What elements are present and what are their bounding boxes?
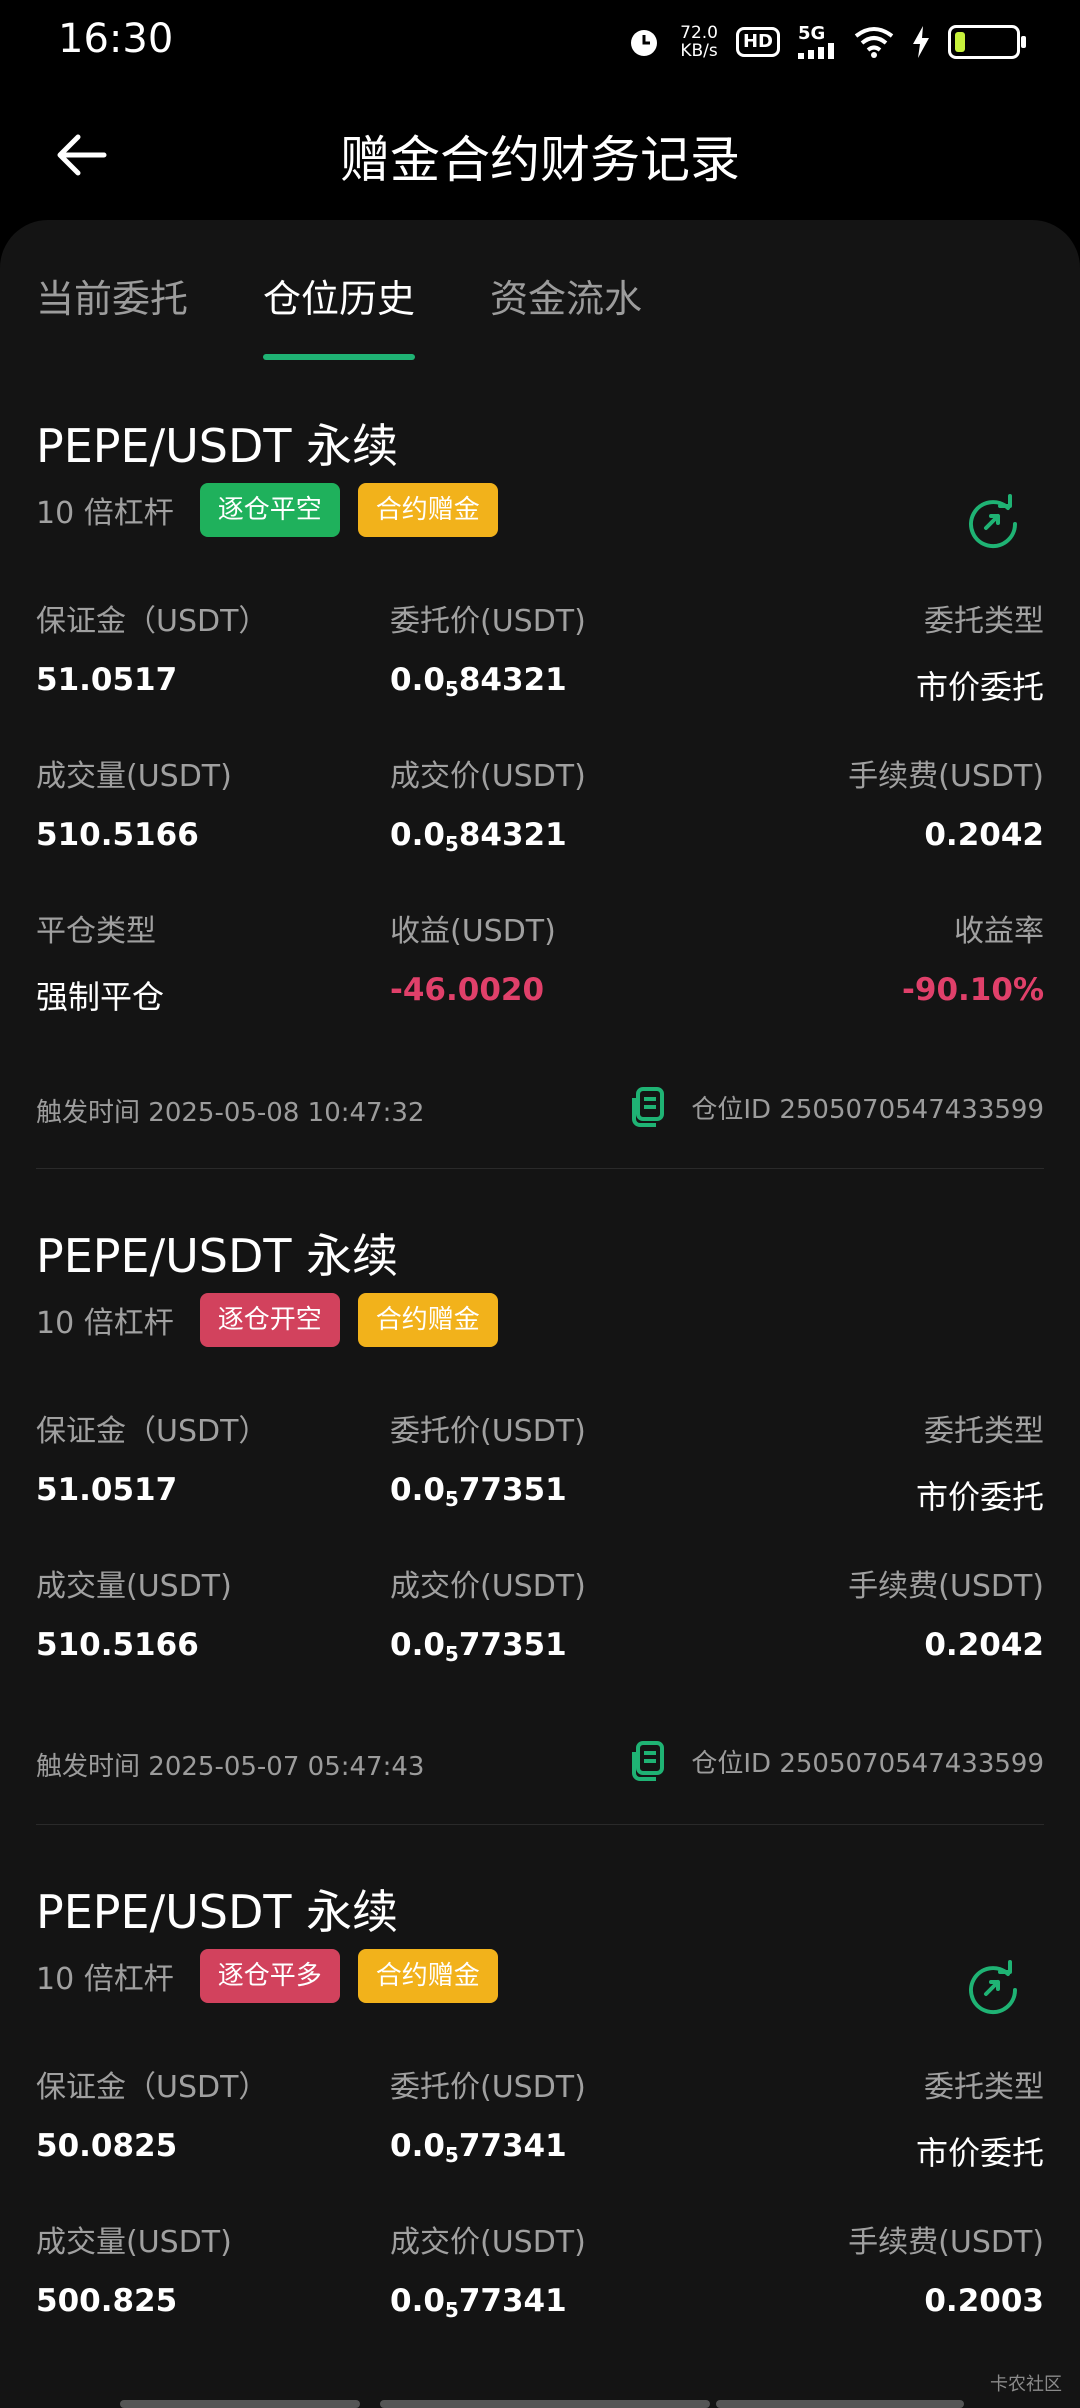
fill-price-value: 0.0577341 — [390, 2283, 567, 2322]
order-type-label: 委托类型 — [924, 604, 1044, 639]
trigger-time: 触发时间 2025-05-07 05:47:43 — [36, 1752, 425, 1782]
order-price-label: 委托价(USDT) — [390, 604, 586, 639]
margin-label: 保证金（USDT） — [36, 1414, 269, 1449]
volume-label: 成交量(USDT) — [36, 1569, 232, 1604]
volume-value: 510.5166 — [36, 817, 199, 853]
fee-value: 0.2042 — [924, 1627, 1044, 1663]
content-panel: 当前委托 仓位历史 资金流水 PEPE/USDT 永续 10 倍杠杆 逐仓平空 … — [0, 220, 1080, 2408]
pnl-value: -46.0020 — [390, 972, 545, 1008]
divider — [36, 1824, 1044, 1825]
trigger-time: 触发时间 2025-05-08 10:47:32 — [36, 1098, 425, 1128]
pnl-rate-label: 收益率 — [954, 914, 1044, 949]
fee-label: 手续费(USDT) — [848, 759, 1044, 794]
fill-price-value: 0.0577351 — [390, 1627, 567, 1666]
order-price-label: 委托价(USDT) — [390, 2070, 586, 2105]
tab-fund-flow[interactable]: 资金流水 — [490, 268, 642, 348]
side-badge: 逐仓平空 — [199, 483, 340, 537]
volume-label: 成交量(USDT) — [36, 759, 232, 794]
watermark: 卡农社区 — [990, 2374, 1062, 2395]
pair-title: PEPE/USDT 永续 — [36, 1885, 399, 1939]
record-footer: 触发时间 2025-05-07 05:47:43 仓位ID 2505070547… — [36, 1741, 1044, 1792]
leverage-label: 10 倍杠杆 — [36, 496, 174, 531]
fill-price-value: 0.0584321 — [390, 817, 567, 856]
order-type-label: 委托类型 — [924, 2070, 1044, 2105]
order-type-value: 市价委托 — [915, 668, 1044, 706]
fee-label: 手续费(USDT) — [848, 1569, 1044, 1604]
scroll-indicator — [120, 2400, 360, 2408]
order-price-value: 0.0577351 — [390, 1472, 567, 1511]
fee-value: 0.2042 — [924, 817, 1044, 853]
status-bar: 16:30 72.0 KB/s HD 5G — [0, 0, 1080, 80]
pair-title: PEPE/USDT 永续 — [36, 419, 399, 473]
volume-value: 510.5166 — [36, 1627, 199, 1663]
pnl-rate-value: -90.10% — [902, 972, 1044, 1008]
record-tags: 10 倍杠杆 逐仓平空 合约赠金 — [36, 482, 498, 538]
close-type-value: 强制平仓 — [36, 978, 165, 1016]
bonus-badge: 合约赠金 — [357, 1293, 498, 1347]
share-reopen-icon[interactable] — [962, 1956, 1024, 2018]
fill-price-label: 成交价(USDT) — [390, 759, 586, 794]
order-type-value: 市价委托 — [915, 2134, 1044, 2172]
tab-bar: 当前委托 仓位历史 资金流水 — [36, 268, 642, 360]
side-badge: 逐仓开空 — [199, 1293, 340, 1347]
signal-icon: 5G — [798, 25, 836, 59]
record-footer: 触发时间 2025-05-08 10:47:32 仓位ID 2505070547… — [36, 1087, 1044, 1138]
order-price-value: 0.0584321 — [390, 662, 567, 701]
order-type-value: 市价委托 — [915, 1478, 1044, 1516]
leverage-label: 10 倍杠杆 — [36, 1306, 174, 1341]
fill-price-label: 成交价(USDT) — [390, 1569, 586, 1604]
record-details: 保证金（USDT） 51.0517 委托价(USDT) 0.0577351 委托类型… — [36, 1406, 1044, 1716]
fee-value: 0.2003 — [924, 2283, 1044, 2319]
charging-icon — [913, 26, 929, 58]
margin-value: 50.0825 — [36, 2128, 178, 2164]
battery-icon — [948, 25, 1026, 59]
order-price-value: 0.0577341 — [390, 2128, 567, 2167]
clock: 16:30 — [58, 16, 174, 62]
page-title: 赠金合约财务记录 — [340, 131, 740, 189]
order-price-label: 委托价(USDT) — [390, 1414, 586, 1449]
leverage-label: 10 倍杠杆 — [36, 1962, 174, 1997]
status-icons: 72.0 KB/s HD 5G — [626, 18, 1026, 66]
position-id: 仓位ID 2505070547433599 — [629, 1086, 1044, 1128]
divider — [36, 1168, 1044, 1169]
close-type-label: 平仓类型 — [36, 914, 156, 949]
order-type-label: 委托类型 — [924, 1414, 1044, 1449]
scroll-indicator — [380, 2400, 710, 2408]
app-header: 赠金合约财务记录 — [0, 100, 1080, 210]
alarm-icon — [631, 30, 658, 56]
fill-price-label: 成交价(USDT) — [390, 2225, 586, 2260]
hd-icon: HD — [735, 27, 780, 57]
margin-label: 保证金（USDT） — [36, 2070, 269, 2105]
scroll-indicator — [716, 2400, 964, 2408]
record-tags: 10 倍杠杆 逐仓平多 合约赠金 — [36, 1948, 498, 2004]
record-details: 保证金（USDT） 50.0825 委托价(USDT) 0.0577341 委托类型… — [36, 2062, 1044, 2372]
pnl-label: 收益(USDT) — [390, 914, 556, 949]
wifi-icon — [854, 27, 894, 58]
copy-icon[interactable] — [629, 1740, 669, 1782]
tab-position-history[interactable]: 仓位历史 — [263, 268, 416, 360]
side-badge: 逐仓平多 — [199, 1949, 340, 2003]
bonus-badge: 合约赠金 — [357, 483, 498, 537]
position-id: 仓位ID 2505070547433599 — [629, 1740, 1044, 1782]
record-tags: 10 倍杠杆 逐仓开空 合约赠金 — [36, 1292, 498, 1348]
copy-icon[interactable] — [629, 1086, 669, 1128]
margin-value: 51.0517 — [36, 662, 178, 698]
share-reopen-icon[interactable] — [962, 490, 1024, 552]
bonus-badge: 合约赠金 — [357, 1949, 498, 2003]
volume-label: 成交量(USDT) — [36, 2225, 232, 2260]
margin-label: 保证金（USDT） — [36, 604, 269, 639]
net-speed: 72.0 KB/s — [680, 23, 718, 61]
tab-current-orders[interactable]: 当前委托 — [36, 268, 188, 348]
fee-label: 手续费(USDT) — [848, 2225, 1044, 2260]
record-details: 保证金（USDT） 51.0517 委托价(USDT) 0.0584321 委托类型… — [36, 596, 1044, 1061]
pair-title: PEPE/USDT 永续 — [36, 1229, 399, 1283]
margin-value: 51.0517 — [36, 1472, 178, 1508]
volume-value: 500.825 — [36, 2283, 178, 2319]
